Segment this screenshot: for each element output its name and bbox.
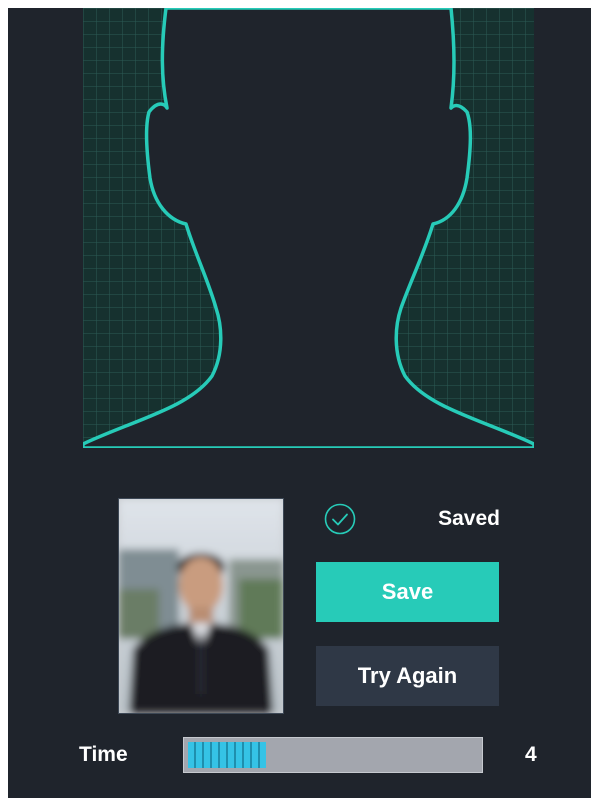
face-capture-screen: Saved Save Try Again Time 4	[8, 8, 591, 798]
face-silhouette-guide	[83, 8, 534, 448]
time-progress-fill	[188, 742, 266, 768]
time-progress-bar	[183, 737, 483, 773]
save-button[interactable]: Save	[316, 562, 499, 622]
countdown-value: 4	[525, 743, 537, 766]
captured-face-thumbnail	[118, 498, 284, 714]
try-again-button[interactable]: Try Again	[316, 646, 499, 706]
face-capture-frame	[83, 8, 534, 448]
face-photo	[119, 499, 283, 713]
time-label: Time	[79, 743, 128, 766]
status-label: Saved	[438, 507, 500, 530]
check-circle-icon	[324, 503, 356, 535]
save-status: Saved	[324, 501, 514, 535]
